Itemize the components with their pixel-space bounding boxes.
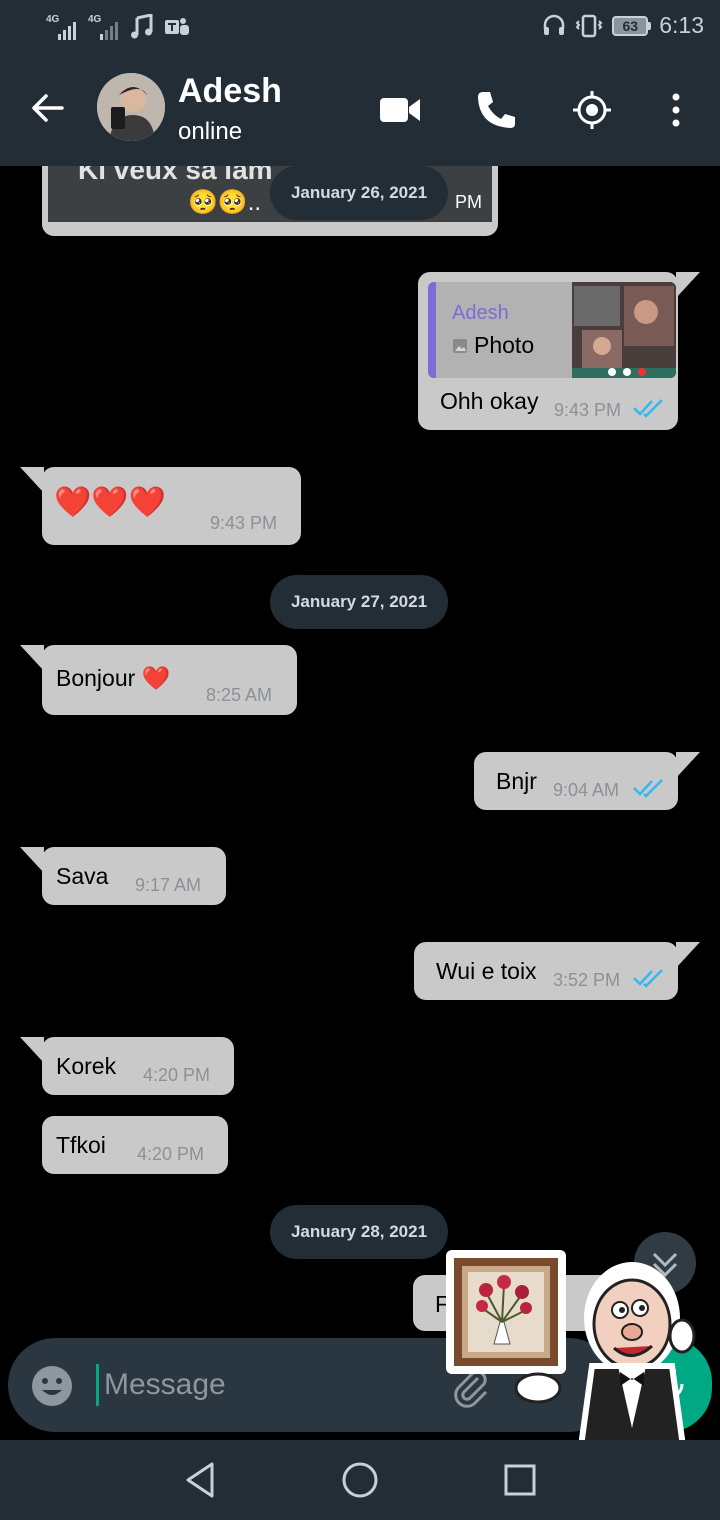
message-input[interactable] bbox=[104, 1362, 434, 1408]
quoted-message[interactable]: Adesh Photo bbox=[428, 282, 676, 378]
image-caption-text: Ki veux sa lam bbox=[78, 166, 273, 185]
system-nav-bar bbox=[0, 1440, 720, 1520]
text-caret bbox=[96, 1364, 99, 1406]
battery-icon: 63 bbox=[612, 15, 652, 36]
message-text: Bonjour ❤️ bbox=[56, 665, 171, 691]
signal-icon: 4G bbox=[46, 14, 78, 40]
video-call-icon[interactable] bbox=[378, 88, 422, 132]
message-bubble[interactable]: Wui e toix 3:52 PM bbox=[414, 942, 700, 1000]
message-bubble[interactable]: ❤️❤️❤️ 9:43 PM bbox=[20, 467, 301, 545]
read-ticks-icon bbox=[633, 779, 663, 798]
message-time: 4:20 PM bbox=[137, 1144, 205, 1164]
image-caption-emoji: 🥺🥺.. bbox=[188, 189, 262, 216]
message-bubble[interactable]: Tfkoi 4:20 PM bbox=[42, 1116, 228, 1174]
teams-icon bbox=[165, 18, 189, 35]
reply-message[interactable]: Adesh Photo Ohh okay 9:43 PM bbox=[418, 272, 700, 430]
read-ticks-icon bbox=[633, 969, 663, 988]
quoted-type: Photo bbox=[474, 332, 535, 358]
vibrate-icon bbox=[575, 14, 603, 37]
message-text: Wui e toix bbox=[436, 958, 537, 984]
quoted-author: Adesh bbox=[452, 302, 509, 324]
emoji-icon[interactable] bbox=[30, 1364, 74, 1408]
message-text: Bnjr bbox=[496, 768, 537, 794]
nav-home-icon[interactable] bbox=[338, 1458, 382, 1502]
more-vertical-icon[interactable] bbox=[654, 88, 698, 132]
nav-recents-icon[interactable] bbox=[498, 1458, 542, 1502]
message-time: 9:43 PM bbox=[554, 400, 622, 420]
message-bubble[interactable]: Bnjr 9:04 AM bbox=[474, 752, 700, 810]
message-time: 4:20 PM bbox=[143, 1065, 211, 1085]
quoted-thumbnail bbox=[572, 282, 676, 378]
message-time: PM bbox=[455, 192, 482, 212]
message-text: Korek bbox=[56, 1053, 117, 1079]
date-separator: January 27, 2021 bbox=[270, 575, 448, 629]
message-bubble[interactable]: Bonjour ❤️ 8:25 AM bbox=[20, 645, 297, 715]
contact-name[interactable]: Adesh bbox=[178, 72, 282, 111]
message-time: 9:17 AM bbox=[135, 875, 202, 895]
date-separator: January 28, 2021 bbox=[270, 1205, 448, 1259]
location-icon[interactable] bbox=[570, 88, 614, 132]
contact-status: online bbox=[178, 118, 243, 145]
message-text: Tfkoi bbox=[56, 1132, 106, 1158]
message-time: 8:25 AM bbox=[206, 685, 273, 705]
message-time: 9:04 AM bbox=[553, 780, 620, 800]
date-separator: January 26, 2021 bbox=[270, 166, 448, 220]
photo-icon bbox=[453, 339, 467, 353]
message-time: 3:52 PM bbox=[553, 970, 621, 990]
chat-header: Adesh online bbox=[0, 56, 720, 166]
message-text: Ohh okay bbox=[440, 388, 539, 414]
message-bubble[interactable]: Korek 4:20 PM bbox=[20, 1037, 234, 1095]
clock: 6:13 bbox=[659, 12, 704, 38]
avatar[interactable] bbox=[97, 73, 165, 141]
message-text: Sava bbox=[56, 863, 109, 889]
headset-icon bbox=[543, 14, 565, 35]
nav-back-icon[interactable] bbox=[178, 1458, 222, 1502]
back-arrow-icon[interactable] bbox=[26, 86, 70, 130]
message-time: 9:43 PM bbox=[210, 513, 278, 533]
message-text: ❤️❤️❤️ bbox=[54, 486, 167, 519]
phone-call-icon[interactable] bbox=[474, 88, 518, 132]
read-ticks-icon bbox=[633, 399, 663, 418]
message-bubble[interactable]: Sava 9:17 AM bbox=[20, 847, 226, 905]
status-bar: 4G 4G 63 6:13 bbox=[0, 0, 720, 56]
music-note-icon bbox=[131, 14, 153, 39]
signal-icon-2: 4G bbox=[88, 14, 120, 40]
